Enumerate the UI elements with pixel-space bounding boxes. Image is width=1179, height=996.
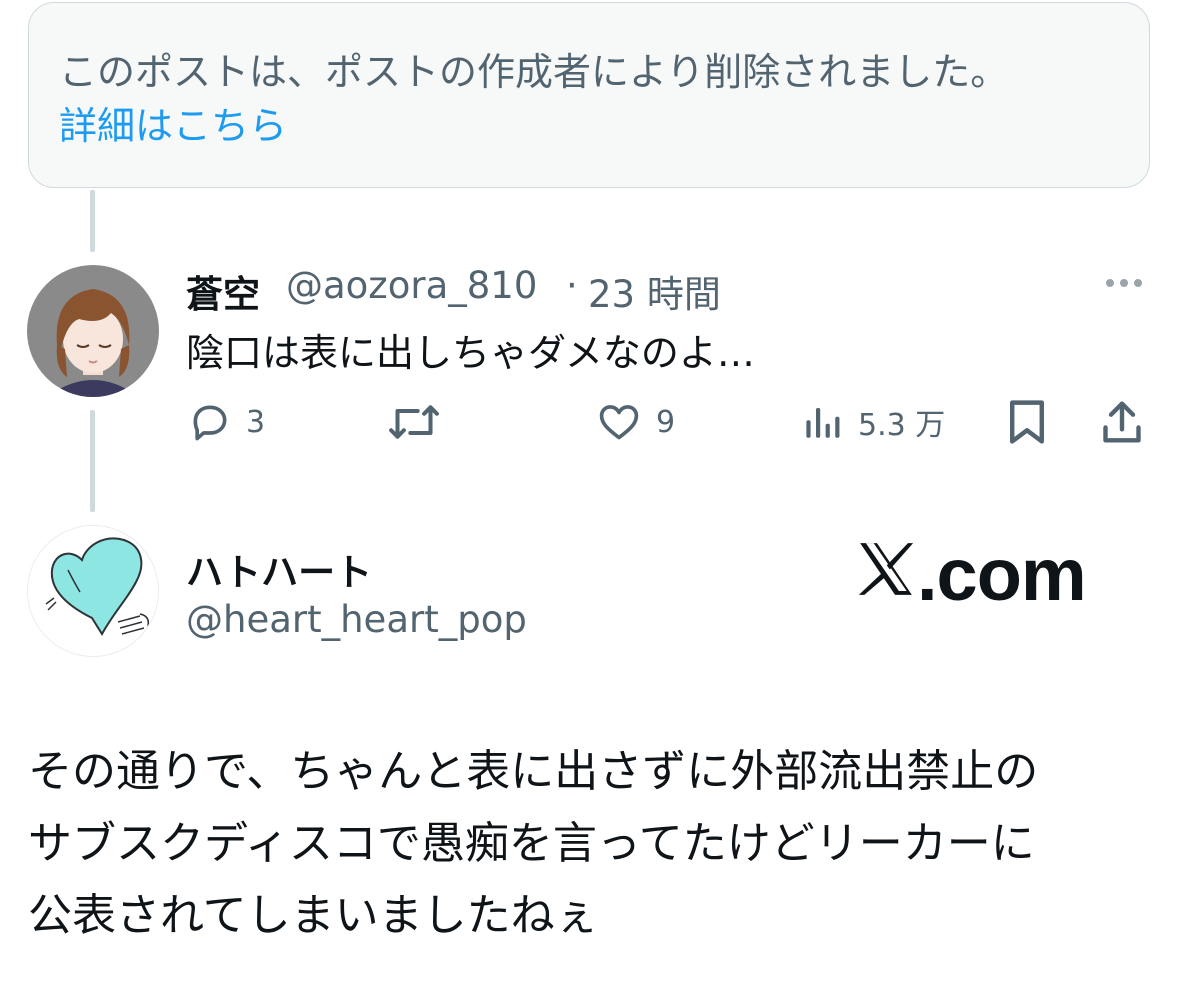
bookmark-icon [1010, 400, 1044, 444]
learn-more-link[interactable]: 詳細はこちら [59, 95, 287, 150]
views-chart-icon [806, 408, 840, 438]
thread-line-middle [90, 410, 95, 512]
deleted-notice-text: このポストは、ポストの作成者により削除されました。 [59, 50, 1009, 94]
main-author-handle[interactable]: @heart_heart_pop [186, 598, 527, 641]
reply-author-name[interactable]: 蒼空 [186, 264, 260, 318]
like-count: 9 [656, 404, 676, 440]
main-author-name[interactable]: ハトハート [186, 542, 372, 596]
x-logo-icon [858, 543, 914, 595]
reply-text: 陰口は表に出しちゃダメなのよ… [186, 331, 755, 375]
share-button[interactable] [1100, 400, 1144, 444]
reply-icon [193, 405, 227, 441]
views-button[interactable]: 5.3 万 [802, 400, 945, 444]
repost-button[interactable] [386, 400, 456, 444]
watermark-text: .com [917, 533, 1087, 616]
thread-line-top [90, 190, 95, 252]
reply-author-handle[interactable]: @aozora_810 [286, 264, 537, 307]
views-count: 5.3 万 [858, 408, 946, 443]
reply-count: 3 [246, 404, 266, 440]
repost-icon [389, 405, 439, 439]
share-icon [1103, 401, 1141, 443]
bookmark-button[interactable] [1006, 400, 1048, 444]
body-line: その通りで、ちゃんと表に出さずに外部流出禁止の [28, 746, 1039, 797]
xcom-watermark: .com [855, 532, 1087, 617]
reply-separator: · [566, 264, 578, 307]
like-button[interactable]: 9 [596, 400, 675, 444]
main-post-body: その通りで、ちゃんと表に出さずに外部流出禁止の サブスクディスコで愚痴を言ってた… [28, 736, 1158, 952]
deleted-post-notice: このポストは、ポストの作成者により削除されました。 詳細はこちら [28, 2, 1150, 188]
main-author-avatar[interactable] [27, 525, 159, 657]
reply-author-avatar[interactable] [27, 265, 159, 397]
reply-timestamp[interactable]: 23 時間 [588, 264, 721, 318]
body-line: サブスクディスコで愚痴を言ってたけどリーカーに [28, 818, 1035, 869]
heart-icon [599, 405, 639, 440]
more-dots-icon[interactable] [1102, 272, 1146, 294]
body-line: 公表されてしまいましたねぇ [28, 890, 599, 941]
reply-button[interactable]: 3 [188, 400, 265, 444]
